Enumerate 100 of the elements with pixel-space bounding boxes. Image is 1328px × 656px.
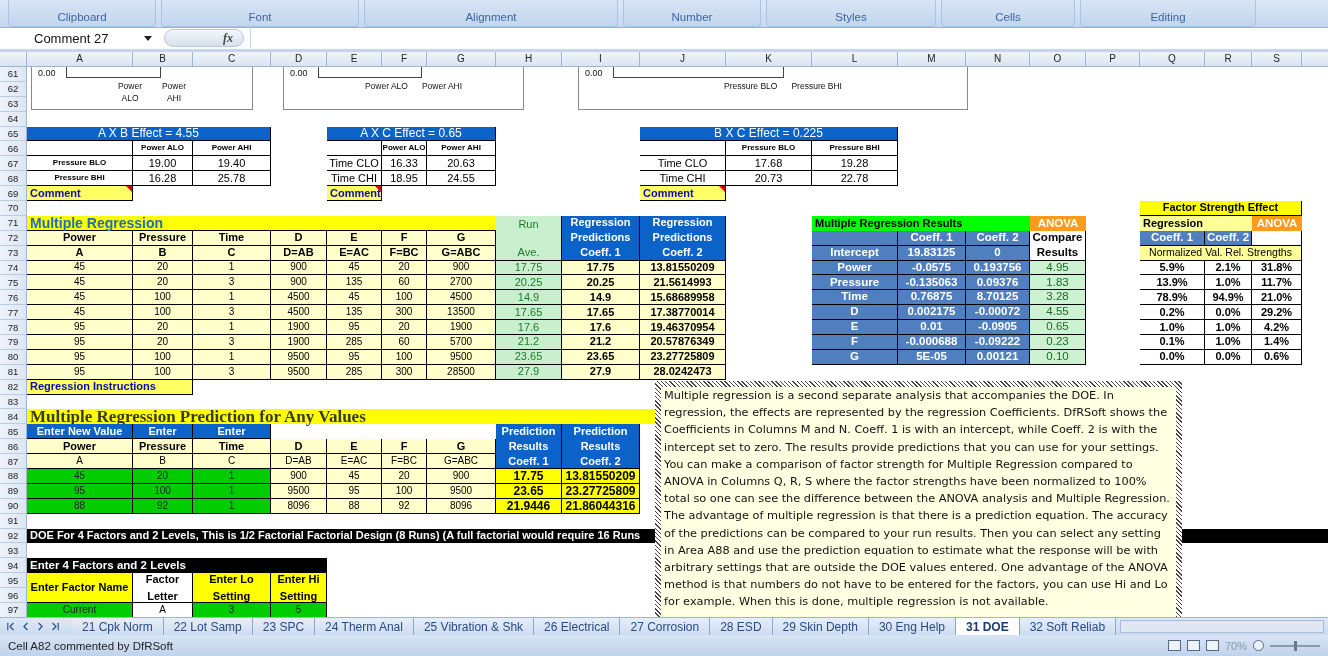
sheet-tab[interactable]: 30 Eng Help xyxy=(868,618,956,636)
axis-label: Power AHI xyxy=(160,80,188,105)
column-header[interactable]: A xyxy=(27,51,133,66)
column-header[interactable]: H xyxy=(496,51,562,66)
name-box[interactable]: Comment 27 xyxy=(0,28,158,49)
comment-label: Comment xyxy=(327,186,382,201)
column-header: F=BC xyxy=(382,454,427,469)
sheet-tab[interactable]: 21 Cpk Norm xyxy=(72,618,164,636)
sheet-tab[interactable]: 27 Corrosion xyxy=(620,618,711,636)
column-header[interactable]: P xyxy=(1086,51,1140,66)
insert-function-button[interactable]: fx xyxy=(164,29,244,48)
column-header[interactable]: J xyxy=(640,51,726,66)
table-cell: 16.28 xyxy=(133,171,193,187)
row-number[interactable]: 77 xyxy=(0,305,27,321)
row-label: Time xyxy=(812,290,898,306)
table-cell: 17.65 xyxy=(562,305,640,321)
sheet-tab[interactable]: 32 Soft Reliab xyxy=(1019,618,1117,636)
column-header[interactable]: O xyxy=(1030,51,1086,66)
column-header[interactable]: G xyxy=(427,51,496,66)
column-header[interactable]: D xyxy=(271,51,327,66)
column-header[interactable]: I xyxy=(562,51,640,66)
row-label: Pressure BLO xyxy=(27,156,133,172)
row-number[interactable]: 96 xyxy=(0,588,27,603)
row-number[interactable]: 68 xyxy=(0,171,27,187)
row-number[interactable]: 86 xyxy=(0,439,27,455)
row-number[interactable]: 67 xyxy=(0,156,27,172)
table-cell: 94.9% xyxy=(1205,290,1252,306)
table-cell: 20.25 xyxy=(562,275,640,291)
table-cell: 21.0% xyxy=(1252,290,1302,306)
table-cell: -0.135063 xyxy=(898,275,966,291)
column-header: G=ABC xyxy=(427,454,496,469)
row-number[interactable]: 84 xyxy=(0,409,27,425)
column-header: Enter Hi Setting xyxy=(271,573,327,603)
column-header: Prediction Results Coeff. 2 xyxy=(562,424,640,469)
sheet-tab[interactable]: 22 Lot Samp xyxy=(163,618,253,636)
table-cell: 1.0% xyxy=(1140,320,1205,335)
sheet-tab[interactable]: 29 Skin Depth xyxy=(772,618,869,636)
table-title: A X B Effect = 4.55 xyxy=(27,126,271,142)
column-header: Power AHI xyxy=(427,141,496,157)
input-cell: Current xyxy=(27,603,133,618)
row-number[interactable]: 97 xyxy=(0,603,27,618)
column-header[interactable]: K xyxy=(726,51,812,66)
zoom-slider-thumb[interactable] xyxy=(1294,640,1297,651)
table-cell: -0.00072 xyxy=(966,305,1030,321)
column-header-text: Run xyxy=(518,217,539,230)
row-number[interactable]: 76 xyxy=(0,290,27,306)
column-header: E=AC xyxy=(327,454,382,469)
column-header[interactable]: F xyxy=(382,51,427,66)
row-label: Pressure BHI xyxy=(27,171,133,187)
column-header[interactable]: B xyxy=(133,51,193,66)
sheet-tab[interactable]: 25 Vibration & Shk xyxy=(413,618,535,636)
comment-indicator-icon xyxy=(719,186,725,193)
row-number[interactable]: 94 xyxy=(0,558,27,574)
row-label: Time CLO xyxy=(640,156,726,172)
sheet-tab[interactable]: 28 ESD xyxy=(710,618,773,636)
page-break-icon[interactable] xyxy=(1205,640,1219,651)
column-header[interactable]: E xyxy=(327,51,382,66)
column-header: Enter Lo Setting xyxy=(193,573,271,603)
ribbon-group-label: Font xyxy=(161,0,359,27)
row-number[interactable]: 95 xyxy=(0,573,27,589)
column-header[interactable]: N xyxy=(966,51,1030,66)
table-cell: 20 xyxy=(133,275,193,291)
row-number[interactable]: 69 xyxy=(0,186,27,201)
column-header: G xyxy=(427,439,496,455)
table-cell: 15.68689958 xyxy=(640,290,726,306)
table-cell: 0.09376 xyxy=(966,275,1030,291)
column-header[interactable]: Q xyxy=(1140,51,1205,66)
row-number[interactable]: 66 xyxy=(0,141,27,157)
table-cell: 1900 xyxy=(271,320,327,335)
table-cell: 4500 xyxy=(271,305,327,321)
horizontal-scrollbar[interactable] xyxy=(1120,620,1324,634)
table-cell: 95 xyxy=(327,320,382,335)
axis-label: Power ALO xyxy=(364,80,408,93)
table-cell: 45 xyxy=(27,290,133,306)
table-cell: 300 xyxy=(382,305,427,321)
table-cell: 20 xyxy=(382,320,427,335)
column-header[interactable]: L xyxy=(812,51,898,66)
column-header[interactable]: M xyxy=(898,51,966,66)
table-cell: 0.0% xyxy=(1205,305,1252,321)
normal-view-icon[interactable] xyxy=(1167,640,1181,651)
row-number[interactable]: 85 xyxy=(0,424,27,440)
row-number[interactable]: 78 xyxy=(0,320,27,335)
sheet-tab[interactable]: 31 DOE xyxy=(956,618,1020,636)
sheet-tab[interactable]: 24 Therm Anal xyxy=(315,618,414,636)
row-number[interactable]: 87 xyxy=(0,454,27,469)
row-number[interactable]: 75 xyxy=(0,275,27,291)
axis-label: Pressure BHI xyxy=(791,80,842,93)
table-cell: 4500 xyxy=(271,290,327,306)
table-cell: 45 xyxy=(27,275,133,291)
table-cell: 4500 xyxy=(427,290,496,306)
column-header[interactable]: S xyxy=(1252,51,1302,66)
column-header: Pressure BHI xyxy=(812,141,898,157)
zoom-out-icon[interactable] xyxy=(1253,640,1264,651)
table-cell xyxy=(327,141,382,157)
page-layout-icon[interactable] xyxy=(1186,640,1200,651)
sheet-tab[interactable]: 26 Electrical xyxy=(534,618,621,636)
column-header[interactable]: C xyxy=(193,51,271,66)
row-number[interactable]: 93 xyxy=(0,543,27,559)
sheet-tab[interactable]: 23 SPC xyxy=(252,618,316,636)
column-header[interactable]: R xyxy=(1205,51,1252,66)
